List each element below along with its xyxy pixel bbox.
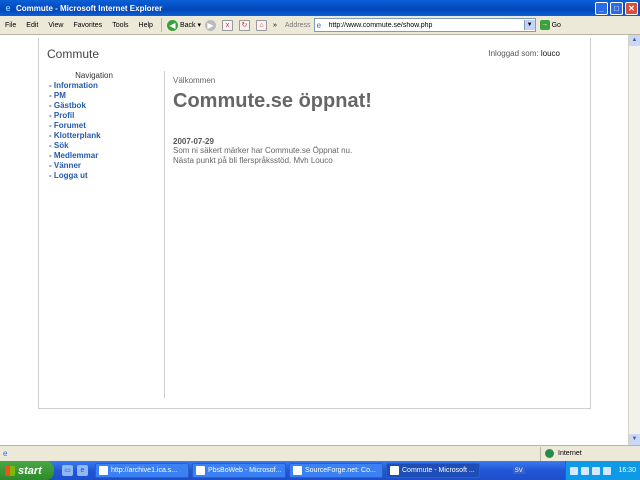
taskbar-item-label: http://archive1.ica.s... (111, 467, 178, 474)
nav-link-gastbok[interactable]: - Gästbok (49, 101, 164, 111)
security-zone: Internet (540, 446, 630, 461)
menu-view[interactable]: View (48, 22, 63, 29)
tray-icon[interactable] (592, 466, 601, 475)
nav-link-pm[interactable]: - PM (49, 91, 164, 101)
home-button[interactable]: ⌂ (255, 19, 269, 31)
menu-edit[interactable]: Edit (26, 22, 38, 29)
taskbar-item[interactable]: PbsBoWeb - Microsof... (192, 463, 286, 478)
minimize-button[interactable]: _ (595, 1, 608, 15)
home-icon: ⌂ (255, 19, 267, 31)
tray-icon[interactable] (581, 466, 590, 475)
close-button[interactable]: ✕ (625, 1, 638, 15)
address-bar[interactable]: e http://www.commute.se/show.php ▼ (313, 18, 536, 32)
ie-icon: e (5, 3, 11, 13)
login-user: louco (540, 49, 560, 58)
zone-label: Internet (558, 450, 582, 457)
address-input[interactable]: http://www.commute.se/show.php (329, 22, 524, 29)
nav-link-information[interactable]: - Information (49, 81, 164, 91)
site-title: Commute (47, 47, 100, 61)
nav-link-medlemmar[interactable]: - Medlemmar (49, 151, 164, 161)
taskbar-item-active[interactable]: Commute - Microsoft ... (386, 463, 480, 478)
browser-viewport: Commute Inloggad som: louco Navigation -… (0, 35, 628, 445)
scroll-up-icon[interactable]: ▲ (629, 35, 640, 46)
menu-tools[interactable]: Tools (112, 22, 128, 29)
vertical-scrollbar[interactable]: ▲ ▼ (628, 35, 640, 445)
start-label: start (18, 464, 42, 477)
start-button[interactable]: start (0, 461, 54, 480)
go-label: Go (551, 21, 561, 29)
news-line: Som ni säkert märker har Commute.se Öppn… (173, 146, 353, 155)
menu-toolbar-row: File Edit View Favorites Tools Help ◀ Ba… (0, 16, 640, 35)
nav-link-vanner[interactable]: - Vänner (49, 161, 164, 171)
tray-icon[interactable] (570, 466, 579, 475)
language-indicator[interactable]: SV (512, 467, 525, 474)
stop-button[interactable]: x (221, 19, 235, 31)
back-button[interactable]: ◀ Back ▾ (166, 19, 201, 31)
main-content: Välkommen Commute.se öppnat! 2007-07-29 … (173, 76, 553, 166)
forward-button[interactable]: ▶ (204, 19, 218, 31)
go-arrow-icon: → (539, 20, 550, 30)
nav-link-sok[interactable]: - Sök (49, 141, 164, 151)
clock[interactable]: 16:30 (618, 467, 636, 474)
window-icon (390, 466, 399, 475)
back-arrow-icon: ◀ (166, 19, 178, 31)
tray-icon[interactable] (603, 466, 612, 475)
taskbar-item[interactable]: SourceForge.net: Co... (289, 463, 383, 478)
taskbar-item-label: SourceForge.net: Co... (305, 467, 376, 474)
stop-icon: x (221, 19, 233, 31)
ie-quicklaunch-icon[interactable]: e (77, 465, 88, 476)
system-tray: 16:30 (565, 461, 640, 480)
maximize-button[interactable]: □ (610, 1, 623, 15)
forward-arrow-icon: ▶ (204, 19, 216, 31)
go-button[interactable]: → Go (539, 20, 561, 30)
news-date: 2007-07-29 (173, 137, 214, 146)
nav-link-forumet[interactable]: - Forumet (49, 121, 164, 131)
refresh-icon: ↻ (238, 19, 250, 31)
nav-heading: Navigation (75, 71, 113, 80)
menu-file[interactable]: File (5, 22, 16, 29)
window-icon (99, 466, 108, 475)
taskbar-item-label: PbsBoWeb - Microsof... (208, 467, 282, 474)
back-label: Back (179, 21, 196, 29)
menu-favorites[interactable]: Favorites (73, 22, 102, 29)
address-dropdown-icon[interactable]: ▼ (523, 20, 535, 30)
login-label: Inloggad som: (488, 49, 539, 58)
scroll-down-icon[interactable]: ▼ (629, 434, 640, 445)
nav-link-logga-ut[interactable]: - Logga ut (49, 171, 164, 181)
status-bar: e Internet (0, 445, 640, 461)
chevron-down-icon: ▾ (195, 22, 201, 29)
nav-link-klotterplank[interactable]: - Klotterplank (49, 131, 164, 141)
menu-help[interactable]: Help (139, 22, 153, 29)
page-icon: e (316, 20, 322, 30)
news-line: Nästa punkt på bli flerspråksstöd. Mvh L… (173, 156, 333, 165)
toolbar-separator (160, 18, 162, 32)
page-headline: Commute.se öppnat! (173, 90, 372, 112)
windows-logo-icon (5, 465, 15, 476)
window-icon (196, 466, 205, 475)
login-status: Inloggad som: louco (488, 49, 560, 58)
welcome-text: Välkommen (173, 76, 216, 85)
show-desktop-icon[interactable]: ▭ (62, 465, 73, 476)
taskbar-item-label: Commute - Microsoft ... (402, 467, 475, 474)
navigation-sidebar: Navigation - Information - PM - Gästbok … (49, 71, 165, 398)
nav-link-profil[interactable]: - Profil (49, 111, 164, 121)
toolbar-more-button[interactable]: » (273, 22, 277, 29)
taskbar: start ▭ e http://archive1.ica.s... PbsBo… (0, 461, 640, 480)
window-icon (293, 466, 302, 475)
refresh-button[interactable]: ↻ (238, 19, 252, 31)
address-label: Address (284, 21, 311, 29)
page-container: Commute Inloggad som: louco Navigation -… (38, 38, 591, 409)
globe-icon (545, 449, 554, 458)
quick-launch: ▭ e (62, 465, 92, 476)
taskbar-item[interactable]: http://archive1.ica.s... (95, 463, 189, 478)
window-titlebar[interactable]: e Commute - Microsoft Internet Explorer … (0, 0, 640, 16)
window-title: Commute - Microsoft Internet Explorer (16, 3, 163, 13)
page-done-icon: e (3, 449, 8, 458)
